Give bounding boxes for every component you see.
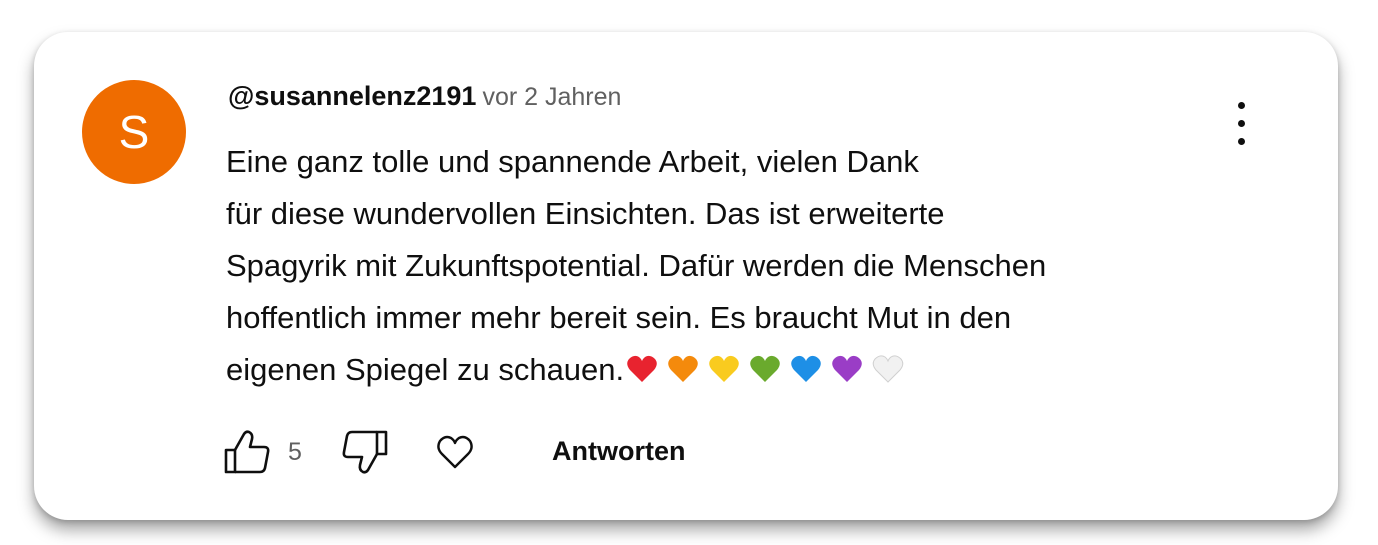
like-count: 5 <box>288 438 302 466</box>
thumbs-down-icon <box>342 430 388 474</box>
orange-heart-icon <box>668 355 698 382</box>
dislike-button[interactable] <box>340 428 390 476</box>
comment-header: @susannelenz2191 vor 2 Jahren <box>228 78 621 114</box>
comment-text-line: Eine ganz tolle und spannende Arbeit, vi… <box>226 144 919 179</box>
comment-timestamp[interactable]: vor 2 Jahren <box>482 83 621 111</box>
more-vertical-icon <box>1238 102 1245 109</box>
heart-button[interactable] <box>430 428 480 476</box>
purple-heart-icon <box>832 355 862 382</box>
thumbs-up-icon <box>224 430 270 474</box>
green-heart-icon <box>750 355 780 382</box>
reply-button[interactable]: Antworten <box>552 434 685 468</box>
avatar[interactable]: S <box>82 80 186 184</box>
yellow-heart-icon <box>709 355 739 382</box>
white-heart-icon <box>872 355 904 383</box>
comment-text-line-last: eigenen Spiegel zu schauen. <box>226 344 1226 396</box>
comment-text-line: eigenen Spiegel zu schauen. <box>226 352 625 387</box>
comment-text-line: Spagyrik mit Zukunftspotential. Dafür we… <box>226 248 1047 283</box>
comment-text-line: für diese wundervollen Einsichten. Das i… <box>226 196 945 231</box>
author-name[interactable]: @susannelenz2191 <box>228 81 476 111</box>
comment-actions: 5 Antworten <box>222 428 742 476</box>
blue-heart-icon <box>791 355 821 382</box>
more-vertical-icon-dot <box>1238 138 1245 145</box>
comment-text: Eine ganz tolle und spannende Arbeit, vi… <box>226 136 1226 396</box>
more-vertical-icon-dot <box>1238 120 1245 127</box>
more-options-button[interactable] <box>1224 96 1260 152</box>
red-heart-icon <box>627 355 657 382</box>
comment-text-line: hoffentlich immer mehr bereit sein. Es b… <box>226 300 1012 335</box>
like-button[interactable] <box>222 428 272 476</box>
heart-outline-icon <box>437 435 473 469</box>
heart-emojis <box>626 354 904 384</box>
